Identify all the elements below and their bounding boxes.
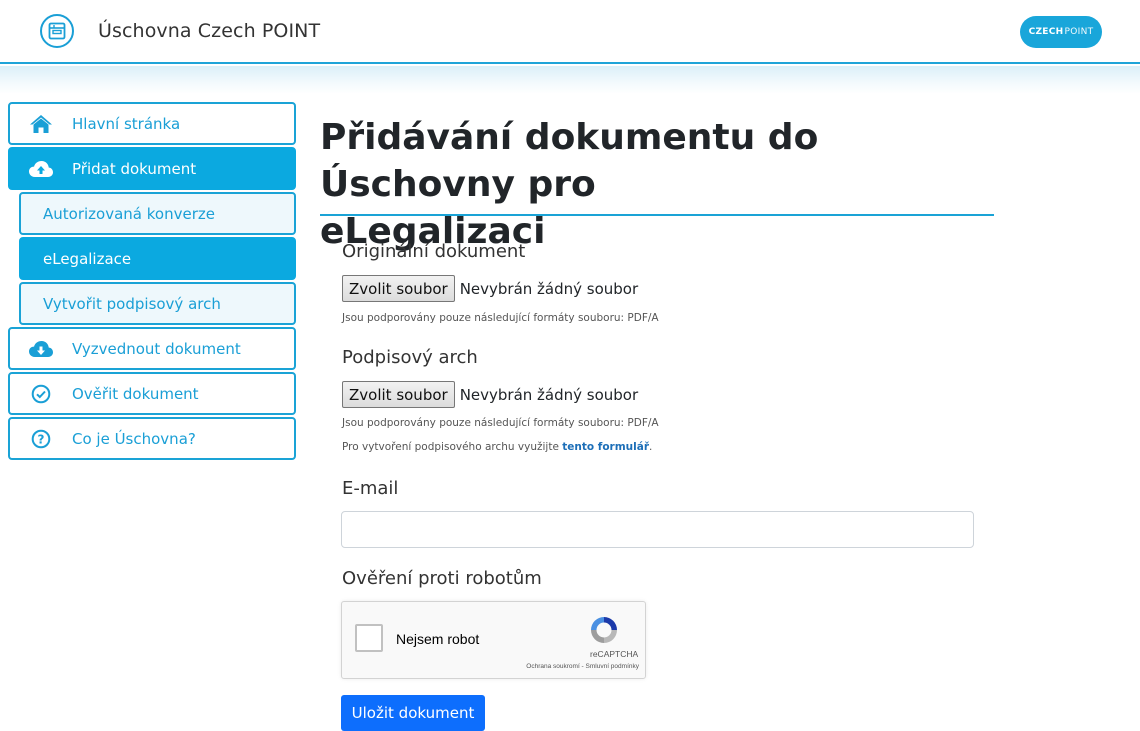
signature-format-hint: Jsou podporovány pouze následující formá… (342, 417, 659, 429)
signature-sheet-file-input[interactable]: Zvolit soubor Nevybrán žádný soubor (342, 381, 638, 408)
home-icon (10, 114, 72, 134)
top-header: Úschovna Czech POINT CZECH POINT (0, 0, 1140, 64)
signature-form-link[interactable]: tento formulář (562, 441, 649, 453)
page-title-line1: Přidávání dokumentu do Úschovny pro (320, 117, 819, 205)
original-choose-file-button[interactable]: Zvolit soubor (342, 275, 455, 302)
email-label: E-mail (342, 478, 399, 499)
form-hint-prefix: Pro vytvoření podpisového archu využijte (342, 441, 563, 453)
czech-point-logo[interactable]: CZECH POINT (1020, 16, 1102, 48)
cloud-download-icon (10, 340, 72, 358)
original-document-file-input[interactable]: Zvolit soubor Nevybrán žádný soubor (342, 275, 638, 302)
original-file-status: Nevybrán žádný soubor (459, 279, 639, 298)
sidebar-subitem-create-signature-sheet[interactable]: Vytvořit podpisový arch (19, 282, 296, 325)
sidebar-subitem-elegalization[interactable]: eLegalizace (19, 237, 296, 280)
logo-light-text: POINT (1064, 27, 1094, 37)
recaptcha-brand: reCAPTCHA (590, 649, 639, 659)
recaptcha-checkbox[interactable] (355, 624, 383, 652)
cloud-upload-icon (10, 160, 72, 178)
email-field[interactable] (341, 511, 974, 548)
title-divider (320, 214, 994, 216)
signature-form-hint: Pro vytvoření podpisového archu využijte… (342, 441, 652, 453)
original-format-hint: Jsou podporovány pouze následující formá… (342, 312, 659, 324)
header-band (0, 66, 1140, 94)
sidebar-item-label: Vyzvednout dokument (72, 339, 241, 358)
captcha-section-label: Ověření proti robotům (342, 568, 542, 589)
question-circle-icon: ? (10, 429, 72, 449)
recaptcha-checkbox-label: Nejsem robot (396, 631, 480, 647)
archive-icon[interactable] (40, 14, 74, 48)
sidebar-item-verify-document[interactable]: Ověřit dokument (8, 372, 296, 415)
check-circle-icon (10, 384, 72, 404)
original-document-label: Originální dokument (342, 241, 526, 262)
recaptcha-logo-icon (588, 614, 620, 650)
save-document-button[interactable]: Uložit dokument (341, 695, 485, 731)
svg-text:?: ? (38, 432, 45, 446)
sidebar-item-home[interactable]: Hlavní stránka (8, 102, 296, 145)
recaptcha-terms-link[interactable]: Ochrana soukromí - Smluvní podmínky (526, 663, 639, 670)
recaptcha-widget: Nejsem robot reCAPTCHA Ochrana soukromí … (341, 601, 646, 679)
logo-bold-text: CZECH (1028, 27, 1064, 37)
signature-choose-file-button[interactable]: Zvolit soubor (342, 381, 455, 408)
sidebar-item-label: Hlavní stránka (72, 114, 181, 133)
signature-file-status: Nevybrán žádný soubor (459, 385, 639, 404)
page-title: Přidávání dokumentu do Úschovny pro eLeg… (320, 114, 1000, 255)
sidebar-item-add-document[interactable]: Přidat dokument (8, 147, 296, 190)
sidebar-item-label: Přidat dokument (72, 159, 197, 178)
sidebar-item-label: Ověřit dokument (72, 384, 199, 403)
form-hint-suffix: . (649, 441, 653, 453)
sidebar-item-about[interactable]: ? Co je Úschovna? (8, 417, 296, 460)
app-title[interactable]: Úschovna Czech POINT (98, 20, 320, 42)
signature-sheet-label: Podpisový arch (342, 347, 478, 368)
sidebar-subitem-authorized-conversion[interactable]: Autorizovaná konverze (19, 192, 296, 235)
sidebar-nav: Hlavní stránka Přidat dokument Autorizov… (8, 102, 296, 462)
sidebar-item-label: Co je Úschovna? (72, 429, 196, 448)
sidebar-item-pickup-document[interactable]: Vyzvednout dokument (8, 327, 296, 370)
